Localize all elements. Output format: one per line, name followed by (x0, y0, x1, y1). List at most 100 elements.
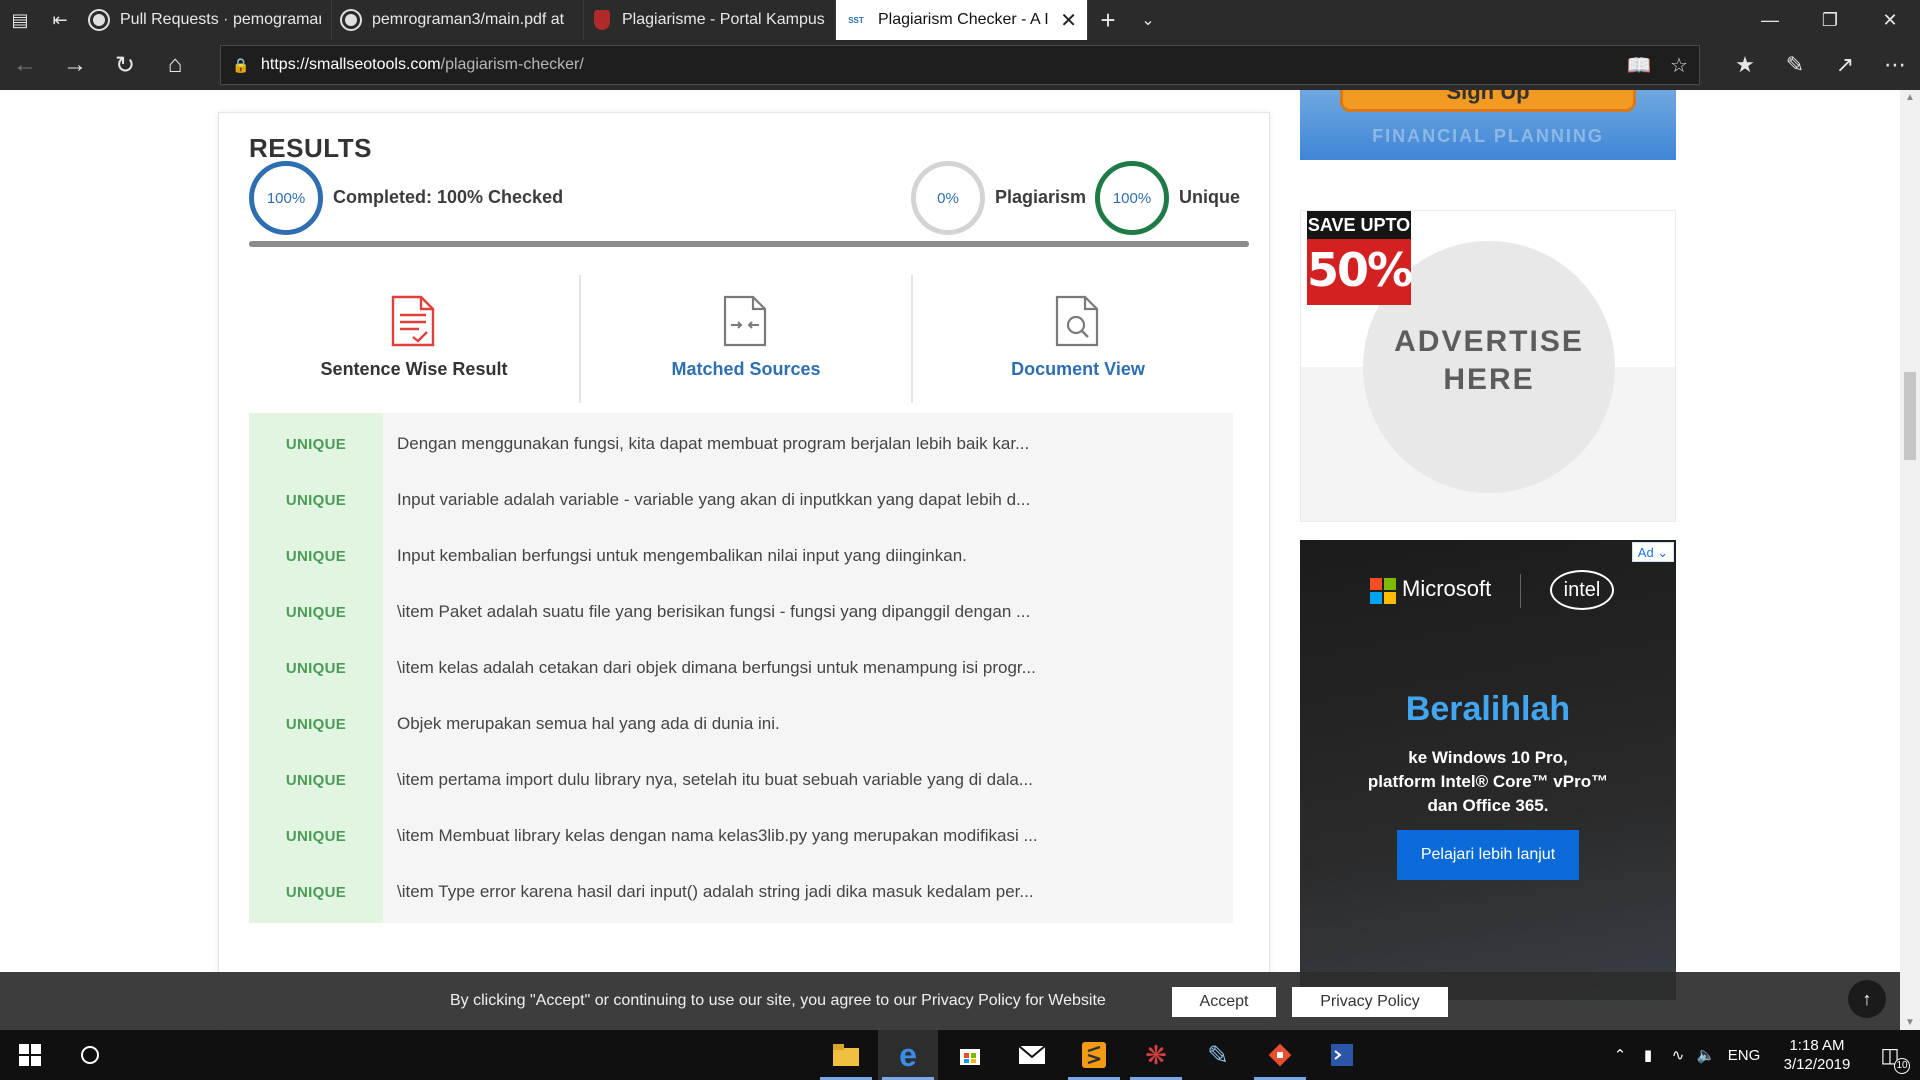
completed-ring: 100% (249, 161, 323, 235)
sentence-result-row[interactable]: UNIQUE Input variable adalah variable - v… (249, 469, 1233, 531)
progress-bar (249, 241, 1249, 247)
sentence-text: \item Paket adalah suatu file yang beris… (397, 602, 1031, 621)
sentence-result-row[interactable]: UNIQUE \item Paket adalah suatu file yang… (249, 581, 1233, 643)
ad-headline: Beralihlah (1405, 690, 1571, 728)
tab-plagiarism-checker[interactable]: SST Plagiarism Checker - A I ✕ (836, 0, 1088, 40)
sentence-result-row[interactable]: UNIQUE Input kembalian berfungsi untuk me… (249, 525, 1233, 587)
terminal-icon[interactable] (1312, 1030, 1372, 1080)
accept-button[interactable]: Accept (1172, 987, 1276, 1017)
cookie-message: By clicking "Accept" or continuing to us… (450, 992, 1106, 1009)
windows-taskbar: e ❋ ✎ ⌃ ▮ ∿ 🔈 ENG 1:18 AM 3/12/2019 ◫ 10 (0, 1030, 1920, 1080)
store-icon[interactable] (940, 1030, 1000, 1080)
minimize-icon[interactable]: — (1740, 0, 1800, 40)
git-icon[interactable] (1250, 1030, 1310, 1080)
tab-pull-requests[interactable]: Pull Requests · pemograman (80, 0, 332, 40)
mail-icon[interactable] (1002, 1030, 1062, 1080)
cookie-consent-bar: By clicking "Accept" or continuing to us… (0, 972, 1900, 1030)
new-tab-button[interactable]: + (1088, 0, 1128, 40)
scroll-to-top-icon[interactable]: ↑ (1848, 980, 1886, 1018)
results-title: RESULTS (249, 133, 372, 163)
tab-portal-kampus[interactable]: Plagiarisme - Portal Kampus (584, 0, 836, 40)
sentence-text: \item kelas adalah cetakan dari objek di… (397, 658, 1036, 677)
tab-label: Matched Sources (671, 359, 821, 379)
restore-icon[interactable]: ❐ (1800, 0, 1860, 40)
advertise-here-text: ADVERTISE HERE (1394, 325, 1584, 396)
back-icon[interactable]: ← (0, 40, 50, 90)
advertise-here-ad[interactable]: ADVERTISE HERE SAVE UPTO 50% (1300, 210, 1676, 522)
address-bar[interactable]: 🔒 https://smallseotools.com/plagiarism-c… (220, 45, 1700, 85)
favorite-star-icon[interactable]: ☆ (1659, 46, 1699, 84)
tab-matched-sources[interactable]: Matched Sources (581, 275, 911, 403)
notification-center-icon[interactable]: ◫ 10 (1860, 1030, 1920, 1080)
sentence-result-row[interactable]: UNIQUE \item Membuat library kelas dengan… (249, 805, 1233, 867)
reading-view-icon[interactable]: 📖 (1619, 46, 1659, 84)
close-tab-icon[interactable]: ✕ (1060, 8, 1077, 33)
cortana-icon[interactable] (60, 1030, 120, 1080)
show-hidden-icons-icon[interactable]: ⌃ (1608, 1046, 1632, 1064)
github-icon (342, 11, 360, 29)
sentence-result-row[interactable]: UNIQUE Objek merupakan semua hal yang ada… (249, 693, 1233, 755)
signup-button[interactable]: Sign Up (1340, 90, 1636, 112)
microsoft-logo-icon (1370, 578, 1396, 604)
network-tool-icon[interactable]: ❋ (1126, 1030, 1186, 1080)
browser-nav-bar: ← → ↻ ⌂ 🔒 https://smallseotools.com/plag… (0, 40, 1920, 90)
language-indicator[interactable]: ENG (1720, 1047, 1768, 1064)
unique-ring: 100% (1095, 161, 1169, 235)
scroll-down-icon[interactable]: ▼ (1900, 1017, 1920, 1028)
sublime-text-icon[interactable] (1064, 1030, 1124, 1080)
tab-title: pemrograman3/main.pdf at (372, 11, 565, 28)
completed-label: Completed: 100% Checked (333, 187, 564, 207)
plagiarism-label: Plagiarism (995, 187, 1087, 207)
scroll-up-icon[interactable]: ▲ (1900, 92, 1920, 103)
browser-toolbar-right: ★ ✎ ↗ ⋯ (1720, 40, 1920, 90)
web-note-icon[interactable]: ✎ (1770, 40, 1820, 90)
edge-browser-icon[interactable]: e (878, 1030, 938, 1080)
close-window-icon[interactable]: ✕ (1860, 0, 1920, 40)
microsoft-text: Microsoft (1402, 576, 1492, 601)
progress-fill (249, 241, 1249, 247)
system-tray: ⌃ ▮ ∿ 🔈 ENG (1608, 1030, 1768, 1080)
tab-document-view[interactable]: Document View (913, 275, 1243, 403)
unique-badge: UNIQUE (249, 637, 383, 699)
microsoft-intel-ad[interactable]: Ad ⌄ Microsoft intel Beralihlah ke Windo… (1300, 540, 1676, 1000)
taskbar-clock[interactable]: 1:18 AM 3/12/2019 (1772, 1036, 1862, 1074)
tab-preview-chevron-icon[interactable]: ⌄ (1128, 0, 1168, 40)
page-scrollbar[interactable]: ▲ ▼ (1900, 90, 1920, 1030)
sentence-result-row[interactable]: UNIQUE \item pertama import dulu library … (249, 749, 1233, 811)
sst-icon: SST (846, 10, 866, 30)
financial-planning-ad[interactable]: Sign Up FINANCIAL PLANNING (1300, 90, 1676, 160)
share-icon[interactable]: ↗ (1820, 40, 1870, 90)
favorites-icon[interactable]: ★ (1720, 40, 1770, 90)
ad-body: ke Windows 10 Pro, platform Intel® Core™… (1367, 748, 1609, 815)
more-icon[interactable]: ⋯ (1870, 40, 1920, 90)
forward-icon[interactable]: → (50, 40, 100, 90)
ad-choices-badge[interactable]: Ad ⌄ (1632, 542, 1674, 562)
tab-main-pdf[interactable]: pemrograman3/main.pdf at (332, 0, 584, 40)
wifi-icon[interactable]: ∿ (1664, 1046, 1692, 1064)
window-controls: — ❐ ✕ (1740, 0, 1920, 40)
home-icon[interactable]: ⌂ (150, 40, 200, 90)
set-tabs-aside-icon[interactable]: ⇤ (40, 0, 80, 40)
learn-more-button[interactable]: Pelajari lebih lanjut (1397, 830, 1579, 880)
tab-actions-icon[interactable]: ▤ (0, 0, 40, 40)
sentence-result-row[interactable]: UNIQUE \item kelas adalah cetakan dari ob… (249, 637, 1233, 699)
refresh-icon[interactable]: ↻ (100, 40, 150, 90)
file-explorer-icon[interactable] (816, 1030, 876, 1080)
paint-icon[interactable]: ✎ (1188, 1030, 1248, 1080)
battery-icon[interactable]: ▮ (1632, 1046, 1664, 1064)
windows-start-icon[interactable] (0, 1030, 60, 1080)
unique-badge: UNIQUE (249, 413, 383, 475)
tab-title: Plagiarisme - Portal Kampus (622, 11, 825, 28)
sentence-result-row[interactable]: UNIQUE Dengan menggunakan fungsi, kita da… (249, 413, 1233, 475)
unique-badge: UNIQUE (249, 693, 383, 755)
tab-sentence-wise-result[interactable]: Sentence Wise Result (249, 275, 579, 403)
tab-label: Sentence Wise Result (320, 359, 508, 379)
lock-icon: 🔒 (232, 56, 250, 73)
volume-icon[interactable]: 🔈 (1692, 1046, 1720, 1064)
sentence-result-row[interactable]: UNIQUE \item Type error karena hasil dari… (249, 861, 1233, 923)
privacy-policy-button[interactable]: Privacy Policy (1292, 987, 1448, 1017)
sentence-text: Dengan menggunakan fungsi, kita dapat me… (397, 434, 1030, 453)
scrollbar-thumb[interactable] (1904, 372, 1916, 460)
url-text[interactable]: https://smallseotools.com/plagiarism-che… (261, 56, 584, 74)
sentence-text: \item Type error karena hasil dari input… (397, 882, 1034, 901)
